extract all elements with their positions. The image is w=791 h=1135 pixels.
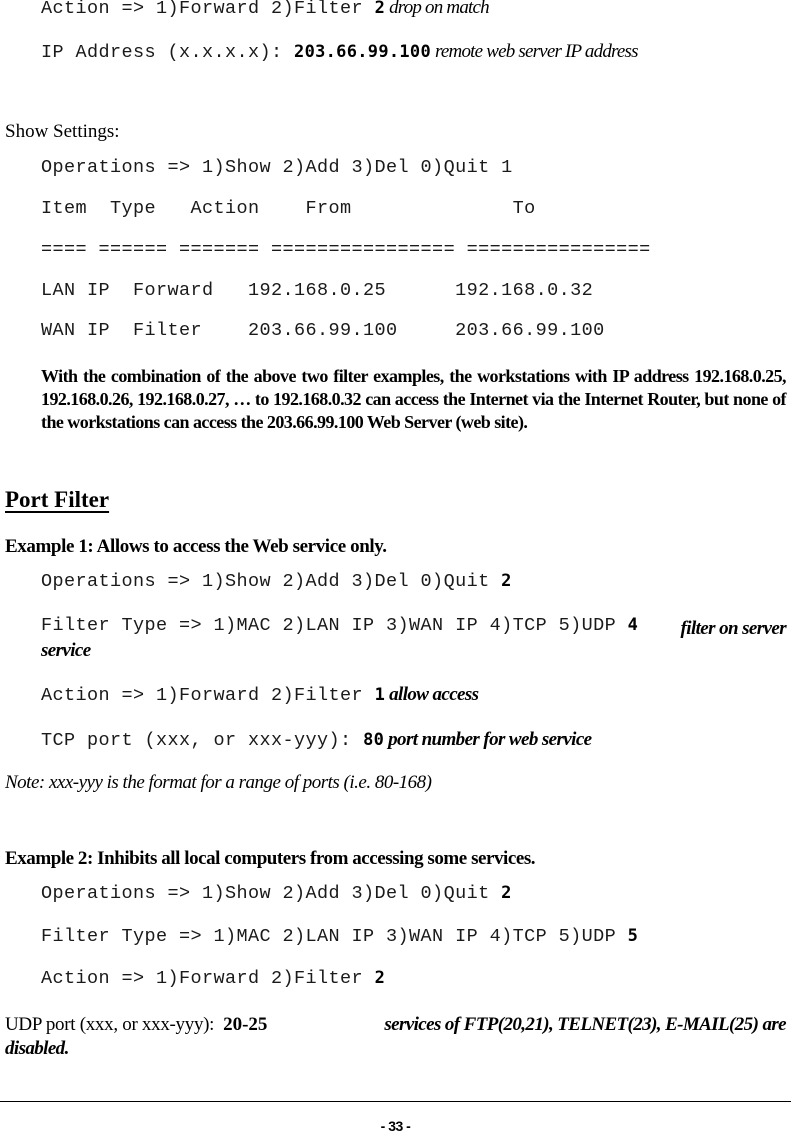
example2-operations-value: 2: [501, 883, 512, 903]
example2-action-value: 2: [374, 968, 386, 988]
port-filter-heading: Port Filter: [5, 487, 110, 512]
settings-table-row: WAN IP Filter 203.66.99.100 203.66.99.10…: [41, 320, 605, 341]
example1-note: Note: xxx-yyy is the format for a range …: [5, 772, 432, 793]
example1-filter-type-note: filter on server: [680, 618, 787, 639]
example2-filter-type-prompt: Filter Type => 1)MAC 2)LAN IP 3)WAN IP 4…: [41, 926, 628, 947]
example1-action-note: allow access: [389, 684, 479, 705]
example2-udp-prompt: UDP port (xxx, or xxx-yyy):: [5, 1014, 224, 1035]
example2-operations-prompt: Operations => 1)Show 2)Add 3)Del 0)Quit: [41, 883, 502, 904]
example2-filter-type-line: Filter Type => 1)MAC 2)LAN IP 3)WAN IP 4…: [41, 926, 638, 947]
example1-tcp-port-line: TCP port (xxx, or xxx-yyy): 80 port numb…: [41, 729, 592, 751]
example1-filter-type-note-cont: service: [41, 640, 91, 661]
example1-title: Example 1: Allows to access the Web serv…: [5, 536, 387, 557]
settings-table-row: LAN IP Forward 192.168.0.25 192.168.0.32: [41, 280, 594, 301]
settings-table-separator: ==== ====== ======= ================ ===…: [41, 239, 651, 260]
show-settings-label: Show Settings:: [5, 121, 120, 142]
example2-udp-port-line: UDP port (xxx, or xxx-yyy): 20-25 servic…: [5, 1014, 787, 1036]
example2-title: Example 2: Inhibits all local computers …: [5, 848, 536, 869]
example2-udp-note: services of FTP(20,21), TELNET(23), E-MA…: [384, 1014, 786, 1035]
page-number: - 33 -: [380, 1118, 411, 1134]
example1-action-value: 1: [374, 685, 386, 705]
example2-udp-note-cont: disabled.: [5, 1038, 69, 1059]
example1-tcp-note: port number for web service: [388, 729, 592, 750]
action-line: Action => 1)Forward 2)Filter 2 drop on m…: [41, 0, 490, 19]
example2-filter-type-value: 5: [627, 926, 639, 946]
ip-address-line: IP Address (x.x.x.x): 203.66.99.100 remo…: [41, 41, 639, 63]
example2-action-line: Action => 1)Forward 2)Filter 2: [41, 968, 385, 989]
show-operations-line: Operations => 1)Show 2)Add 3)Del 0)Quit …: [41, 157, 513, 178]
example2-udp-value: 20-25: [223, 1014, 268, 1035]
example1-operations-line: Operations => 1)Show 2)Add 3)Del 0)Quit …: [41, 571, 512, 592]
action-prompt: Action => 1)Forward 2)Filter: [41, 0, 375, 19]
action-value: 2: [374, 0, 386, 18]
ip-value: 203.66.99.100: [294, 42, 431, 62]
example1-tcp-value: 80: [363, 730, 385, 750]
example1-action-prompt: Action => 1)Forward 2)Filter: [41, 685, 375, 706]
explanation-paragraph: With the combination of the above two fi…: [41, 366, 787, 432]
example1-operations-value: 2: [501, 571, 512, 591]
settings-table-header: Item Type Action From To: [41, 198, 536, 219]
example1-filter-type-value: 4: [627, 615, 639, 635]
ip-note: remote web server IP address: [435, 41, 639, 62]
footer-divider: [0, 1101, 791, 1102]
example2-operations-line: Operations => 1)Show 2)Add 3)Del 0)Quit …: [41, 883, 512, 904]
action-note: drop on match: [389, 0, 490, 18]
example1-operations-prompt: Operations => 1)Show 2)Add 3)Del 0)Quit: [41, 571, 502, 592]
example1-filter-type-prompt: Filter Type => 1)MAC 2)LAN IP 3)WAN IP 4…: [41, 615, 628, 636]
ip-prompt: IP Address (x.x.x.x):: [41, 42, 295, 63]
example1-filter-type-line: Filter Type => 1)MAC 2)LAN IP 3)WAN IP 4…: [41, 615, 787, 639]
example1-action-line: Action => 1)Forward 2)Filter 1 allow acc…: [41, 684, 479, 706]
example2-action-prompt: Action => 1)Forward 2)Filter: [41, 968, 375, 989]
example1-tcp-prompt: TCP port (xxx, or xxx-yyy):: [41, 730, 364, 751]
